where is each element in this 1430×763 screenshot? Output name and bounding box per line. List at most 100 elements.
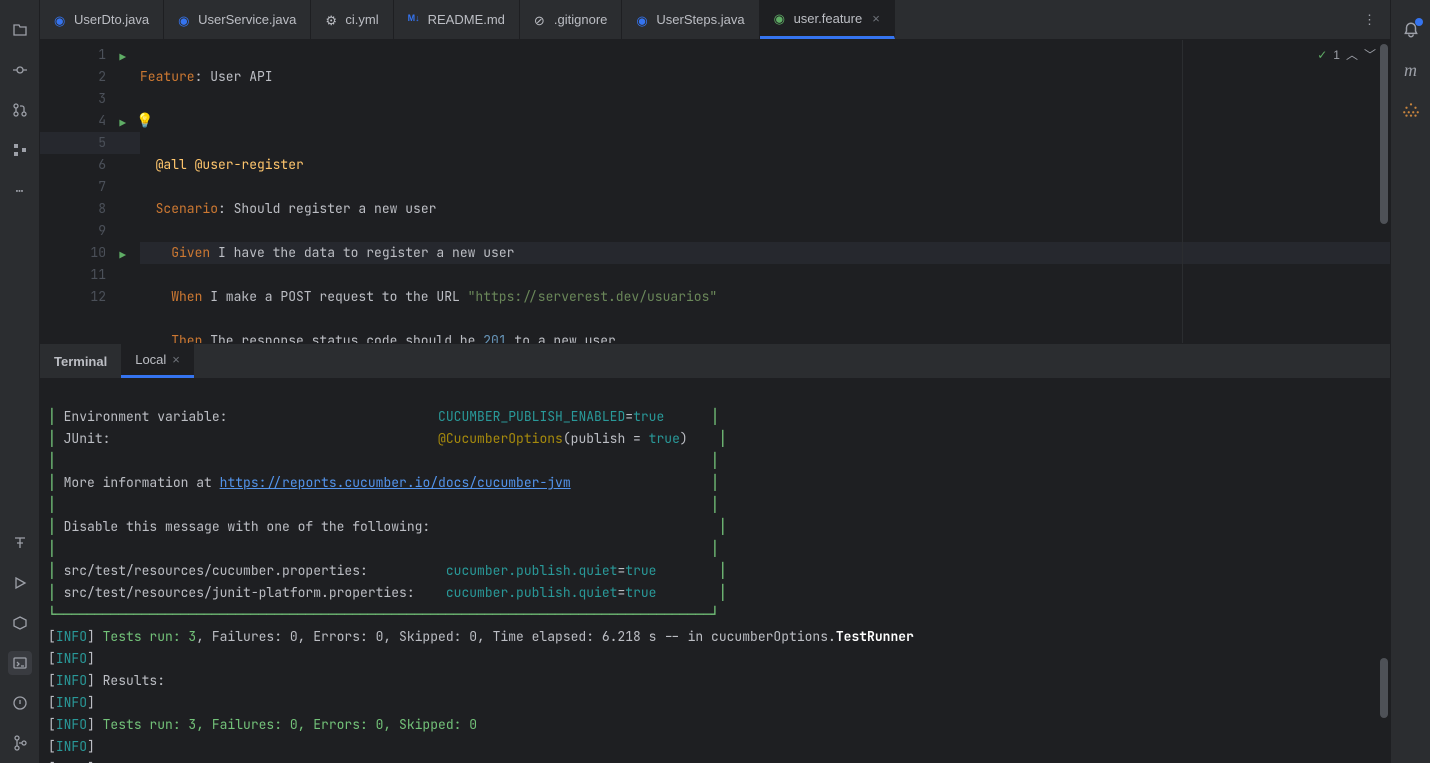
tab-usersteps[interactable]: ◉ UserSteps.java — [622, 0, 759, 39]
tab-label: README.md — [428, 12, 505, 27]
tab-label: ci.yml — [345, 12, 378, 27]
tab-label: UserDto.java — [74, 12, 149, 27]
text: = — [625, 408, 633, 425]
github-icon: ⚙ — [325, 13, 339, 27]
tab-ci-yml[interactable]: ⚙ ci.yml — [311, 0, 393, 39]
tab-label: UserSteps.java — [656, 12, 744, 27]
text: I make a POST request to the URL — [202, 288, 467, 305]
text: Disable this message with one of the fol… — [64, 518, 431, 535]
terminal-panel: Terminal Local × │ Environment variable: … — [40, 343, 1390, 763]
text: INFO — [56, 716, 87, 733]
terminal-tabs: Terminal Local × — [40, 344, 1390, 378]
run-icon[interactable] — [8, 571, 32, 595]
text: , Failures: 0, Errors: 0, Skipped: 0, Ti… — [196, 628, 836, 645]
keyword: When — [171, 288, 202, 305]
tab-userservice[interactable]: ◉ UserService.java — [164, 0, 311, 39]
tab-user-feature[interactable]: ◉user.feature× — [760, 0, 895, 39]
tab-gitignore[interactable]: ⊘.gitignore — [520, 0, 622, 39]
ignore-icon: ⊘ — [534, 13, 548, 27]
structure-icon[interactable] — [8, 138, 32, 162]
terminal-output[interactable]: │ Environment variable: CUCUMBER_PUBLISH… — [40, 378, 1390, 763]
text: INFO — [56, 628, 87, 645]
main-area: ◉UserDto.java ◉UserService.java ⚙ci.yml … — [40, 0, 1390, 763]
editor-scrollbar[interactable] — [1380, 44, 1388, 224]
maven-icon[interactable]: m — [1399, 58, 1423, 82]
dependencies-icon[interactable] — [1399, 98, 1423, 122]
line-number: 12 — [90, 288, 106, 305]
line-number: 4 — [98, 112, 106, 129]
text: true — [649, 430, 680, 447]
text: TestRunner — [836, 628, 914, 645]
keyword: Then — [171, 332, 202, 343]
bulb-icon[interactable]: 💡 — [136, 110, 153, 132]
tab-label: UserService.java — [198, 12, 296, 27]
services-icon[interactable] — [8, 611, 32, 635]
text: Results: — [103, 672, 165, 689]
chevron-up-icon[interactable]: ︿ — [1346, 46, 1358, 63]
terminal-tab-title[interactable]: Terminal — [40, 344, 121, 378]
text: CUCUMBER_PUBLISH_ENABLED — [438, 408, 625, 425]
text: The response status code should be — [202, 332, 483, 343]
right-toolbar: m — [1390, 0, 1430, 763]
close-icon[interactable]: × — [872, 11, 880, 26]
tabs-more-icon[interactable]: ⋮ — [1349, 0, 1390, 39]
keyword: Feature — [140, 68, 195, 85]
commit-icon[interactable] — [8, 58, 32, 82]
line-number: 6 — [98, 156, 106, 173]
check-icon: ✓ — [1317, 48, 1327, 62]
text: src/test/resources/junit-platform.proper… — [64, 584, 415, 601]
java-icon: ◉ — [178, 13, 192, 27]
code-editor[interactable]: 1▶ 2 3 4▶ 5 6 7 8 9 10▶ 11 12 💡Feature: … — [40, 40, 1390, 343]
text: to a new user — [507, 332, 616, 343]
line-number: 9 — [98, 222, 106, 239]
line-number: 1 — [98, 46, 106, 63]
more-icon[interactable]: ⋯ — [8, 178, 32, 202]
problems-icon[interactable] — [8, 691, 32, 715]
line-number: 8 — [98, 200, 106, 217]
text: Environment variable: — [64, 408, 228, 425]
pull-request-icon[interactable] — [8, 98, 32, 122]
md-icon: M↓ — [408, 13, 422, 27]
bookmark-icon[interactable] — [8, 531, 32, 555]
close-icon[interactable]: × — [172, 352, 180, 367]
inspection-widget[interactable]: ✓1 ︿ ﹀ — [1317, 46, 1376, 63]
tag: @all @user-register — [156, 156, 304, 173]
text: src/test/resources/cucumber.properties: — [64, 562, 368, 579]
tab-label: user.feature — [794, 11, 863, 26]
line-number: 2 — [98, 68, 106, 85]
terminal-icon[interactable] — [8, 651, 32, 675]
java-icon: ◉ — [636, 13, 650, 27]
chevron-down-icon[interactable]: ﹀ — [1364, 46, 1376, 63]
link[interactable]: https://reports.cucumber.io/docs/cucumbe… — [220, 474, 571, 491]
keyword: Given — [171, 244, 210, 261]
text: : Should register a new user — [218, 200, 436, 217]
terminal-scrollbar[interactable] — [1380, 658, 1388, 718]
tab-readme[interactable]: M↓ README.md — [394, 0, 520, 39]
java-icon: ◉ — [54, 13, 68, 27]
vcs-icon[interactable] — [8, 731, 32, 755]
text: ) — [680, 430, 688, 447]
code-content[interactable]: 💡Feature: User API @all @user-register S… — [140, 40, 1390, 343]
text: true — [625, 584, 656, 601]
text: INFO — [56, 738, 87, 755]
line-number: 7 — [98, 178, 106, 195]
text: @CucumberOptions — [438, 430, 563, 447]
keyword: Scenario — [156, 200, 218, 217]
text: (publish = — [563, 430, 649, 447]
text: INFO — [56, 694, 87, 711]
column-guide — [1182, 40, 1183, 343]
line-number: 10 — [90, 244, 106, 261]
text: cucumber.publish.quiet — [446, 584, 618, 601]
text: true — [625, 562, 656, 579]
label: Local — [135, 352, 166, 367]
line-number: 5 — [98, 134, 106, 151]
string: "https://serverest.dev/usuarios" — [468, 288, 718, 305]
text: INFO — [56, 672, 87, 689]
terminal-tab-local[interactable]: Local × — [121, 344, 194, 378]
tab-userdto[interactable]: ◉ UserDto.java — [40, 0, 164, 39]
project-icon[interactable] — [8, 18, 32, 42]
editor-tabs: ◉UserDto.java ◉UserService.java ⚙ci.yml … — [40, 0, 1390, 40]
notifications-icon[interactable] — [1399, 18, 1423, 42]
number: 201 — [483, 332, 506, 343]
text: cucumber.publish.quiet — [446, 562, 618, 579]
